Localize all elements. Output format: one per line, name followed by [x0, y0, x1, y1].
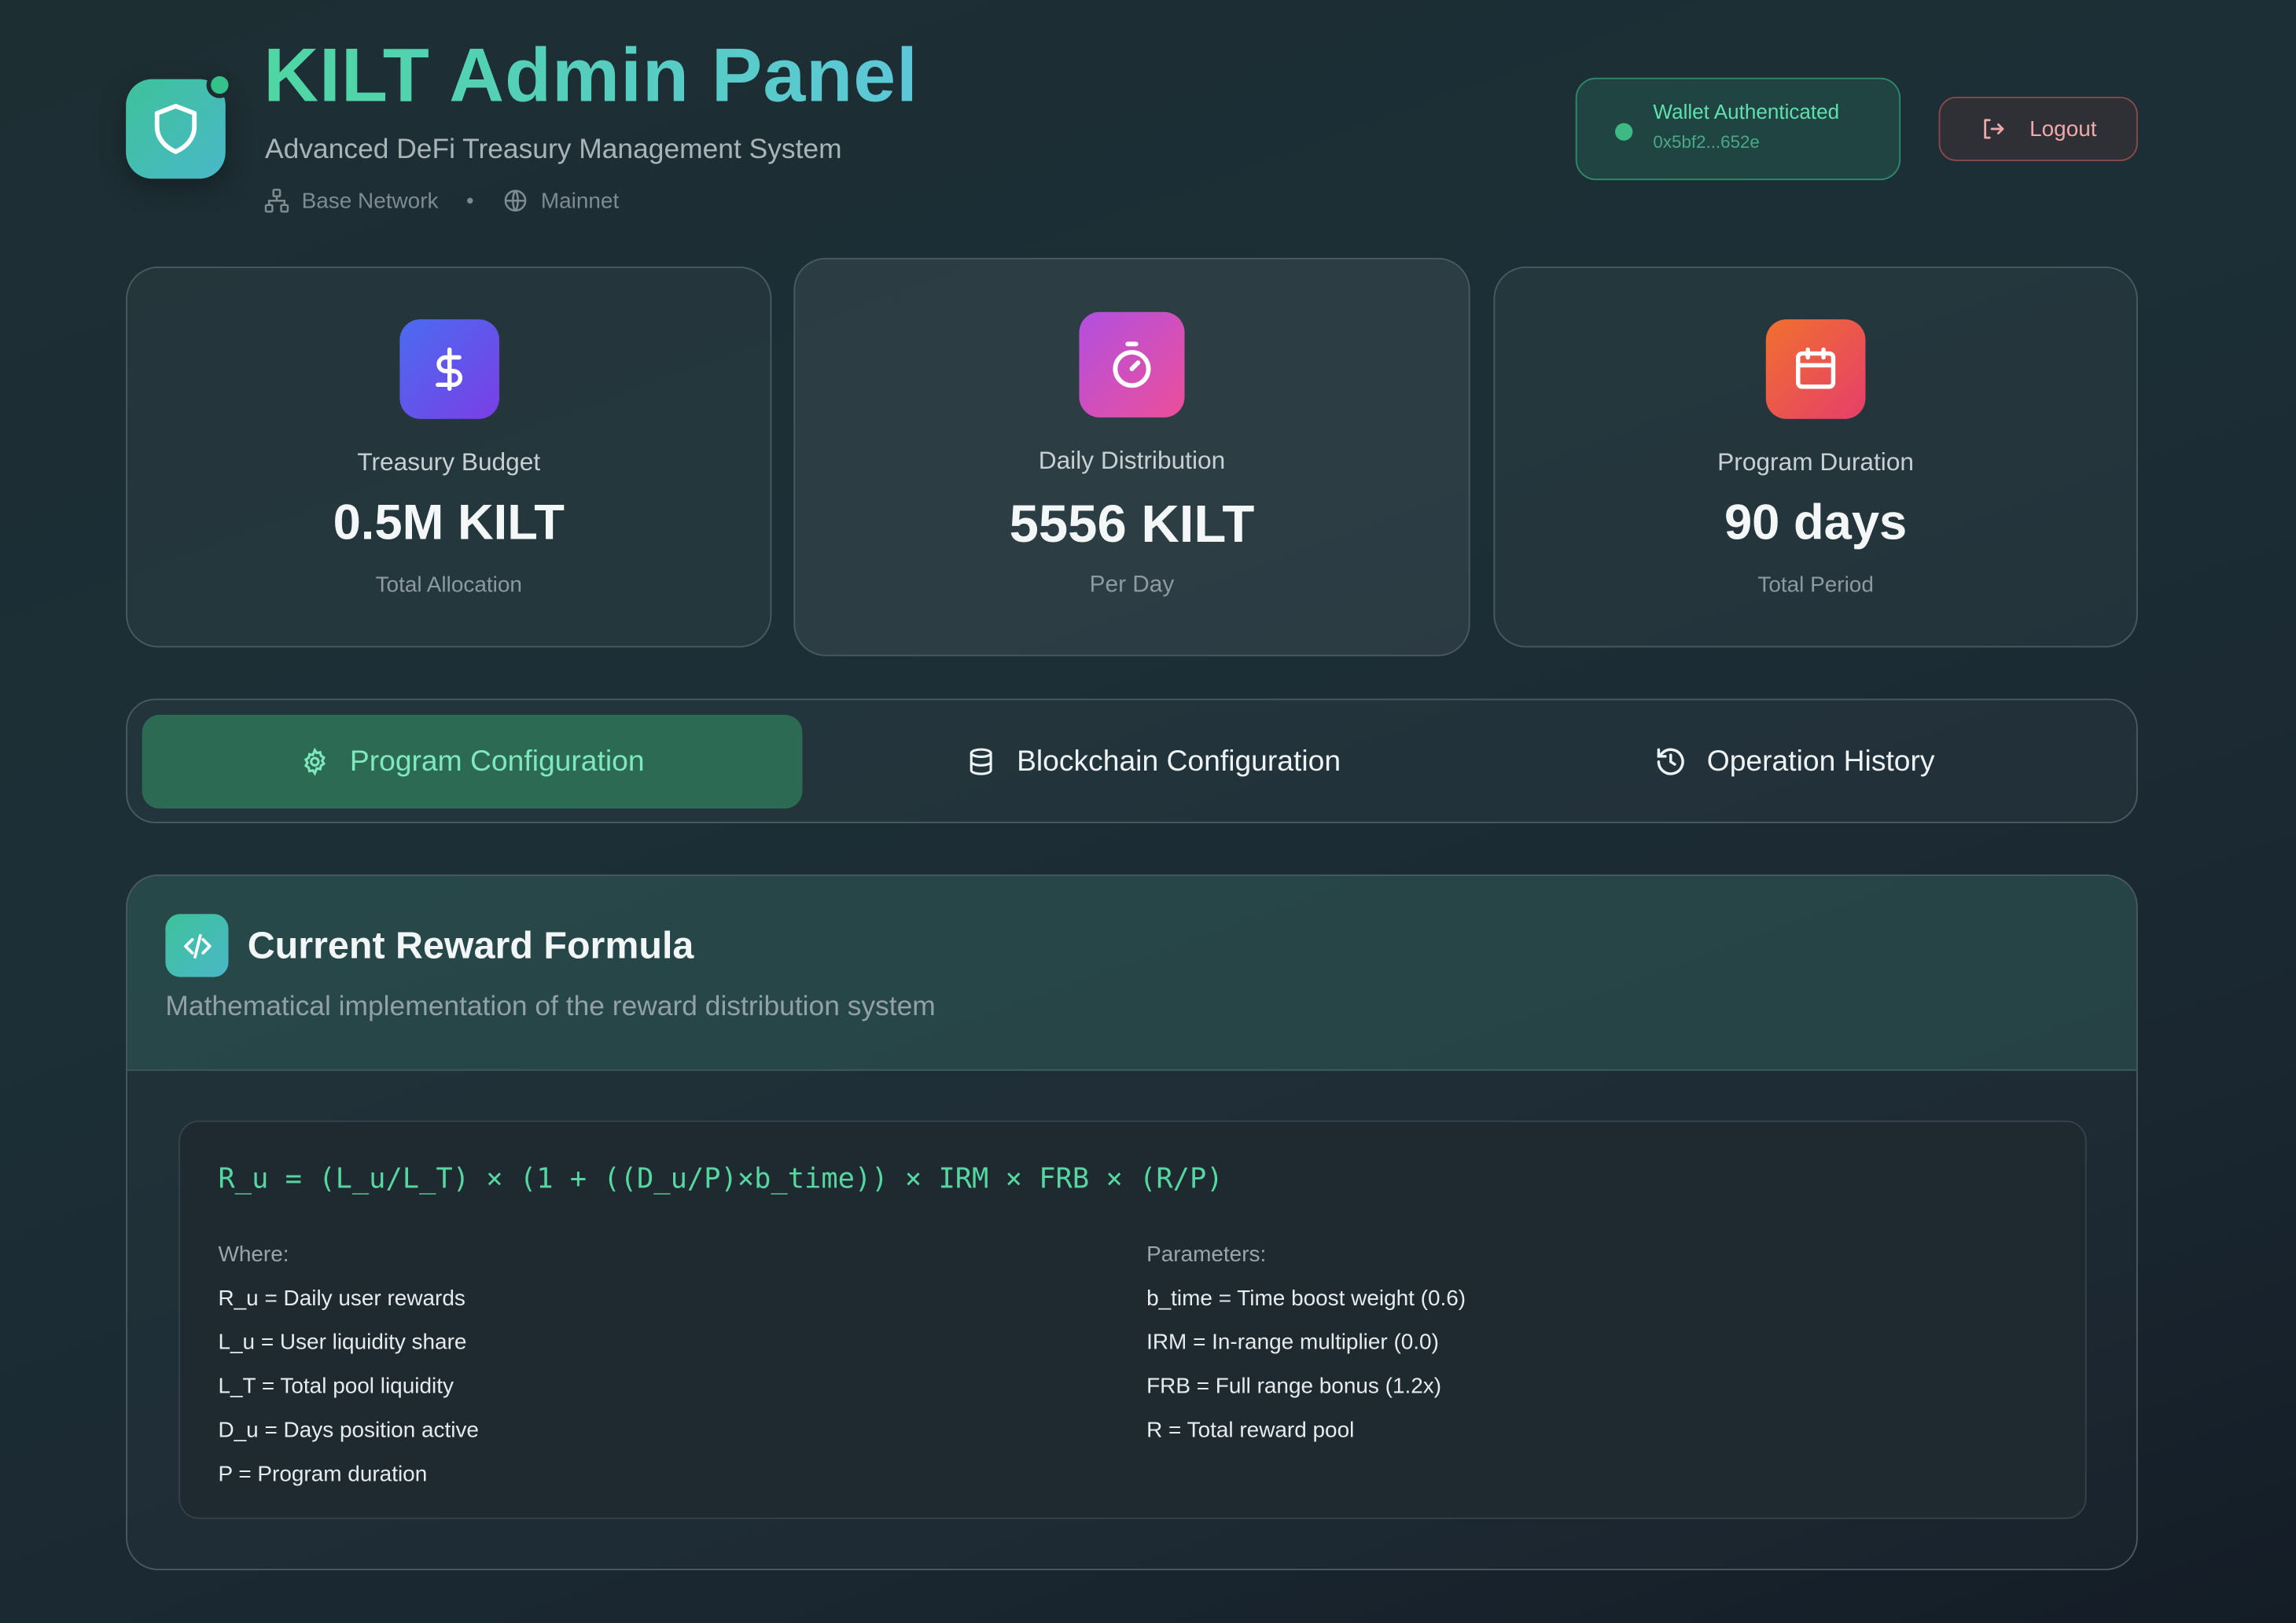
wallet-status[interactable]: Wallet Authenticated 0x5bf2...652e [1575, 77, 1901, 181]
logout-label: Logout [2029, 116, 2097, 142]
logout-icon [1984, 119, 2004, 139]
separator-dot [467, 197, 474, 204]
network-info: Base Network Mainnet [263, 187, 619, 214]
where-heading: Where: [218, 1242, 289, 1268]
tab-blockchain-configuration[interactable]: Blockchain Configuration [823, 715, 1485, 808]
shield-icon [154, 103, 197, 154]
tab-label: Program Configuration [349, 745, 645, 778]
parameters-heading: Parameters: [1146, 1242, 1267, 1268]
stat-label: Program Duration [1717, 448, 1915, 477]
panel-title: Current Reward Formula [247, 922, 694, 967]
page-title: KILT Admin Panel [263, 33, 918, 119]
tab-program-configuration[interactable]: Program Configuration [142, 715, 803, 809]
gear-icon [304, 747, 326, 776]
parameter-item: IRM = In-range multiplier (0.0) [1146, 1330, 1439, 1356]
calendar-icon [1765, 319, 1866, 419]
tab-label: Operation History [1706, 745, 1935, 778]
stat-sublabel: Total Period [1757, 572, 1874, 598]
parameter-item: R = Total reward pool [1146, 1418, 1355, 1443]
history-icon [1657, 748, 1684, 775]
wallet-status-label: Wallet Authenticated [1653, 99, 1840, 123]
panel-header: Current Reward Formula Mathematical impl… [127, 875, 2136, 1071]
globe-icon [505, 190, 528, 212]
app-logo [126, 72, 234, 179]
admin-page: KILT Admin Panel Advanced DeFi Treasury … [0, 0, 2296, 1623]
where-item: L_T = Total pool liquidity [218, 1374, 454, 1399]
stat-value: 5556 KILT [1009, 493, 1255, 554]
stat-label: Daily Distribution [1038, 447, 1226, 475]
wallet-status-dot [1615, 123, 1633, 141]
database-icon [970, 748, 993, 775]
parameter-item: FRB = Full range bonus (1.2x) [1146, 1374, 1442, 1399]
stopwatch-icon [1079, 311, 1185, 418]
parameter-item: b_time = Time boost weight (0.6) [1146, 1286, 1466, 1312]
page-subtitle: Advanced DeFi Treasury Management System [265, 134, 842, 166]
dollar-icon [399, 319, 499, 419]
panel-subtitle: Mathematical implementation of the rewar… [165, 992, 936, 1023]
wallet-address: 0x5bf2...652e [1653, 131, 1760, 153]
where-item: L_u = User liquidity share [218, 1330, 467, 1356]
stat-label: Treasury Budget [357, 448, 541, 477]
stat-card-daily: Daily Distribution 5556 KILT Per Day [793, 257, 1470, 657]
online-indicator [206, 72, 234, 98]
code-icon [165, 914, 229, 977]
where-list: Where: R_u = Daily user rewards L_u = Us… [218, 1233, 479, 1496]
logout-button[interactable]: Logout [1938, 96, 2138, 161]
reward-formula-panel: Current Reward Formula Mathematical impl… [126, 874, 2138, 1570]
reward-formula: R_u = (L_u/L_T) × (1 + ((D_u/P)×b_time))… [218, 1163, 1223, 1196]
network-icon [264, 188, 289, 213]
stat-card-duration: Program Duration 90 days Total Period [1493, 267, 2138, 648]
stat-card-treasury: Treasury Budget 0.5M KILT Total Allocati… [126, 267, 772, 648]
stat-value: 90 days [1724, 495, 1908, 551]
parameters-list: Parameters: b_time = Time boost weight (… [1146, 1233, 1466, 1452]
where-item: D_u = Days position active [218, 1418, 479, 1443]
environment-name: Mainnet [540, 188, 620, 214]
stat-value: 0.5M KILT [333, 495, 565, 551]
tab-bar: Program Configuration Blockchain Configu… [126, 698, 2138, 823]
tab-operation-history[interactable]: Operation History [1464, 715, 2125, 808]
network-name: Base Network [301, 188, 439, 214]
formula-box: R_u = (L_u/L_T) × (1 + ((D_u/P)×b_time))… [178, 1121, 2087, 1519]
stat-sublabel: Total Allocation [375, 572, 522, 598]
where-item: R_u = Daily user rewards [218, 1286, 465, 1312]
stat-sublabel: Per Day [1089, 572, 1175, 598]
where-item: P = Program duration [218, 1462, 428, 1487]
tab-label: Blockchain Configuration [1017, 745, 1341, 778]
